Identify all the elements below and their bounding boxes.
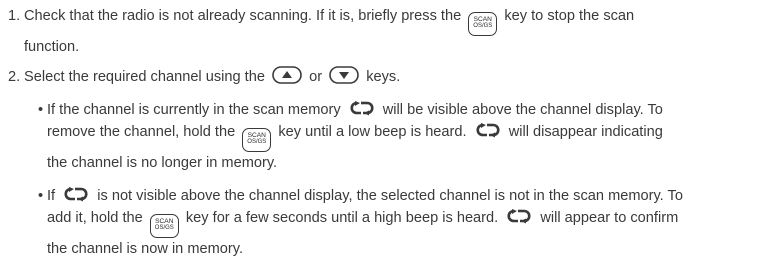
bullet-text: remove the channel, hold the: [47, 124, 236, 140]
bullet-item-2: • If is not visible above the channel di…: [38, 185, 750, 260]
bullet-item-1: • If the channel is currently in the sca…: [38, 99, 750, 174]
scan-key-icon: SCAN OS/GS: [149, 213, 179, 238]
down-arrow-key-icon: [329, 66, 359, 84]
step-2: 2. Select the required channel using the…: [8, 66, 748, 88]
scan-memory-icon: [476, 123, 500, 138]
bullet-text: key for a few seconds until a high beep …: [185, 210, 499, 226]
scan-key-icon: SCAN OS/GS: [242, 127, 272, 152]
instruction-document: 1. Check that the radio is not already s…: [0, 0, 760, 271]
step-text: keys.: [366, 69, 401, 85]
scan-key-icon: SCAN OS/GS: [468, 11, 498, 36]
step-text: or: [309, 69, 323, 85]
step-number: 2.: [8, 69, 21, 85]
step-1: 1. Check that the radio is not already s…: [8, 5, 748, 58]
scan-memory-icon: [507, 209, 531, 224]
step-text: key to stop the scan: [504, 8, 635, 24]
scan-memory-icon: [350, 101, 374, 116]
bullet-dot: •: [38, 188, 44, 204]
bullet-text: the channel is no longer in memory.: [47, 154, 278, 171]
bullet-text: will disappear indicating: [508, 124, 663, 140]
step-text: Select the required channel using the: [24, 69, 265, 85]
bullet-text: is not visible above the channel display…: [97, 188, 683, 204]
bullet-text: If: [47, 188, 56, 204]
bullet-text: key until a low beep is heard.: [278, 124, 467, 140]
bullet-text: will appear to confirm: [540, 210, 679, 226]
bullet-text: If the channel is currently in the scan …: [47, 102, 341, 118]
bullet-text: the channel is now in memory.: [47, 240, 244, 257]
bullet-text: will be visible above the channel displa…: [382, 102, 663, 118]
bullet-dot: •: [38, 102, 44, 118]
step-text: function.: [24, 38, 80, 55]
bullet-text: add it, hold the: [47, 210, 143, 226]
up-arrow-key-icon: [272, 66, 302, 84]
step-text: Check that the radio is not already scan…: [24, 8, 462, 24]
scan-memory-icon: [64, 187, 88, 202]
step-number: 1.: [8, 8, 21, 24]
